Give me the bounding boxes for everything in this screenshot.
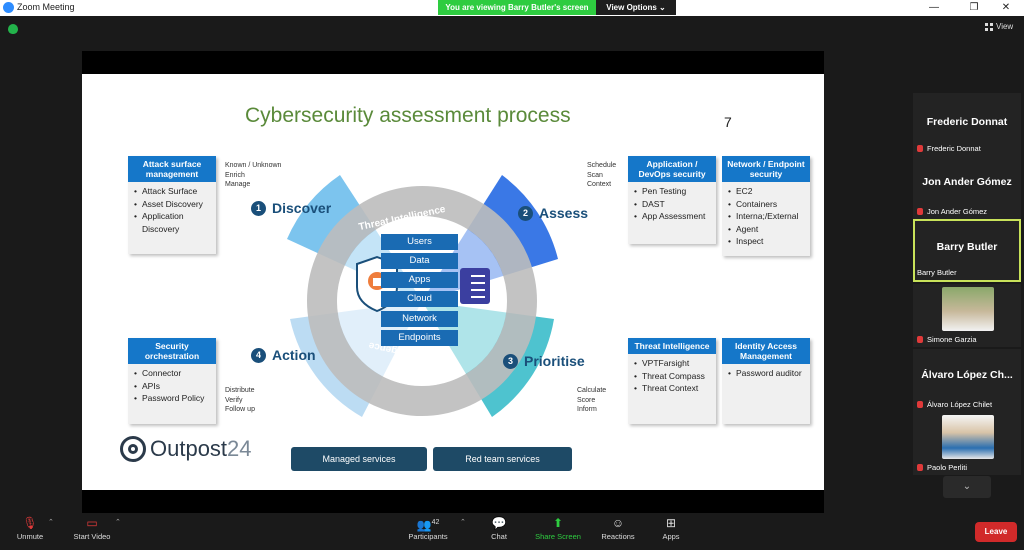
video-options-caret-icon[interactable]: ⌃ — [115, 518, 121, 526]
video-off-icon: ▭ — [86, 516, 98, 530]
stack-item-cloud: Cloud — [381, 291, 458, 307]
muted-mic-icon — [917, 401, 923, 408]
window-title: Zoom Meeting — [17, 2, 75, 12]
apps-icon: ⊞ — [665, 516, 677, 530]
maximize-button[interactable]: ❐ — [958, 0, 990, 16]
security-shield-icon[interactable] — [8, 24, 18, 34]
stack-item-network: Network — [381, 311, 458, 327]
participant-tile[interactable]: Jon Ander Gómez Jon Ander Gómez — [913, 156, 1021, 219]
presentation-slide: Cybersecurity assessment process 7 Threa… — [82, 74, 824, 490]
start-video-button[interactable]: ▭ Start Video ⌃ — [62, 514, 122, 541]
reactions-button[interactable]: ☺ Reactions — [588, 514, 648, 541]
stack-item-apps: Apps — [381, 272, 458, 288]
participant-video — [942, 415, 994, 459]
minimize-button[interactable]: — — [918, 0, 950, 16]
card-threat-intelligence: Threat Intelligence VPTFarsightThreat Co… — [628, 338, 716, 424]
close-button[interactable]: ✕ — [990, 0, 1022, 16]
red-team-services-button: Red team services — [433, 447, 572, 471]
stack-item-endpoints: Endpoints — [381, 330, 458, 346]
zoom-window: Zoom Meeting — ❐ ✕ You are viewing Barry… — [0, 0, 1024, 550]
phase-prioritise: 3 Prioritise — [503, 353, 585, 369]
participants-options-caret-icon[interactable]: ⌃ — [460, 518, 466, 526]
zoom-app-icon — [3, 2, 14, 13]
assess-notes: Schedule Scan Context — [587, 162, 617, 188]
participant-tile[interactable]: Paolo Perliti — [913, 412, 1021, 475]
viewing-banner: You are viewing Barry Butler's screen — [438, 0, 596, 15]
participants-button[interactable]: 👥42 Participants ⌃ — [398, 514, 465, 541]
phase-discover: 1 Discover — [251, 200, 331, 216]
card-appsec: Application / DevOps security Pen Testin… — [628, 156, 716, 244]
participant-tile[interactable]: Álvaro López Ch... Álvaro López Chilet — [913, 349, 1021, 412]
view-button[interactable]: View — [985, 22, 1013, 31]
config-list-icon — [460, 268, 490, 304]
chat-button[interactable]: 💬 Chat — [469, 514, 529, 541]
stack-item-data: Data — [381, 253, 458, 269]
participants-icon: 👥 — [416, 518, 432, 532]
share-screen-button[interactable]: ⬆ Share Screen — [528, 514, 588, 541]
discover-notes: Known / Unknown Enrich Manage — [225, 162, 282, 188]
phase-action: 4 Action — [251, 347, 316, 363]
audio-options-caret-icon[interactable]: ⌃ — [48, 518, 54, 526]
share-screen-icon: ⬆ — [552, 516, 564, 530]
stack-item-users: Users — [381, 234, 458, 250]
chat-icon: 💬 — [491, 516, 507, 530]
card-network-endpoint: Network / Endpoint security EC2Container… — [722, 156, 810, 256]
managed-services-button: Managed services — [291, 447, 427, 471]
outpost24-logo-mark — [120, 436, 146, 462]
participant-tile[interactable]: Frederic Donnat Frederic Donnat — [913, 93, 1021, 156]
view-options-button[interactable]: View Options ⌄ — [596, 0, 676, 15]
view-label: View — [996, 22, 1014, 31]
grid-icon — [985, 22, 993, 31]
card-security-orchestration: Security orchestration ConnectorAPIsPass… — [128, 338, 216, 424]
participant-video — [942, 287, 994, 331]
participant-tile[interactable]: Simone Garzia — [913, 284, 1021, 347]
card-identity-access: Identity Access Management Password audi… — [722, 338, 810, 424]
leave-button[interactable]: Leave — [975, 522, 1017, 542]
muted-mic-icon — [917, 208, 923, 215]
muted-mic-icon — [917, 336, 923, 343]
slide-title: Cybersecurity assessment process — [245, 104, 571, 127]
participant-tile-active-speaker[interactable]: Barry Butler Barry Butler — [913, 219, 1021, 282]
reactions-icon: ☺ — [611, 516, 625, 530]
apps-button[interactable]: ⊞ Apps — [641, 514, 701, 541]
outpost24-logo: Outpost24 — [120, 436, 252, 462]
unmute-button[interactable]: 🎙 Unmute ⌃ — [0, 514, 60, 541]
prioritise-notes: Calculate Score Inform — [577, 387, 607, 413]
phase-assess: 2 Assess — [518, 205, 588, 221]
slide-page-number: 7 — [724, 114, 732, 130]
action-notes: Distribute Verify Follow up — [225, 387, 255, 413]
muted-mic-icon — [917, 464, 923, 471]
card-attack-surface: Attack surface management Attack Surface… — [128, 156, 216, 254]
scroll-down-chevron-icon[interactable]: ⌄ — [943, 476, 991, 498]
muted-mic-icon — [917, 145, 923, 152]
